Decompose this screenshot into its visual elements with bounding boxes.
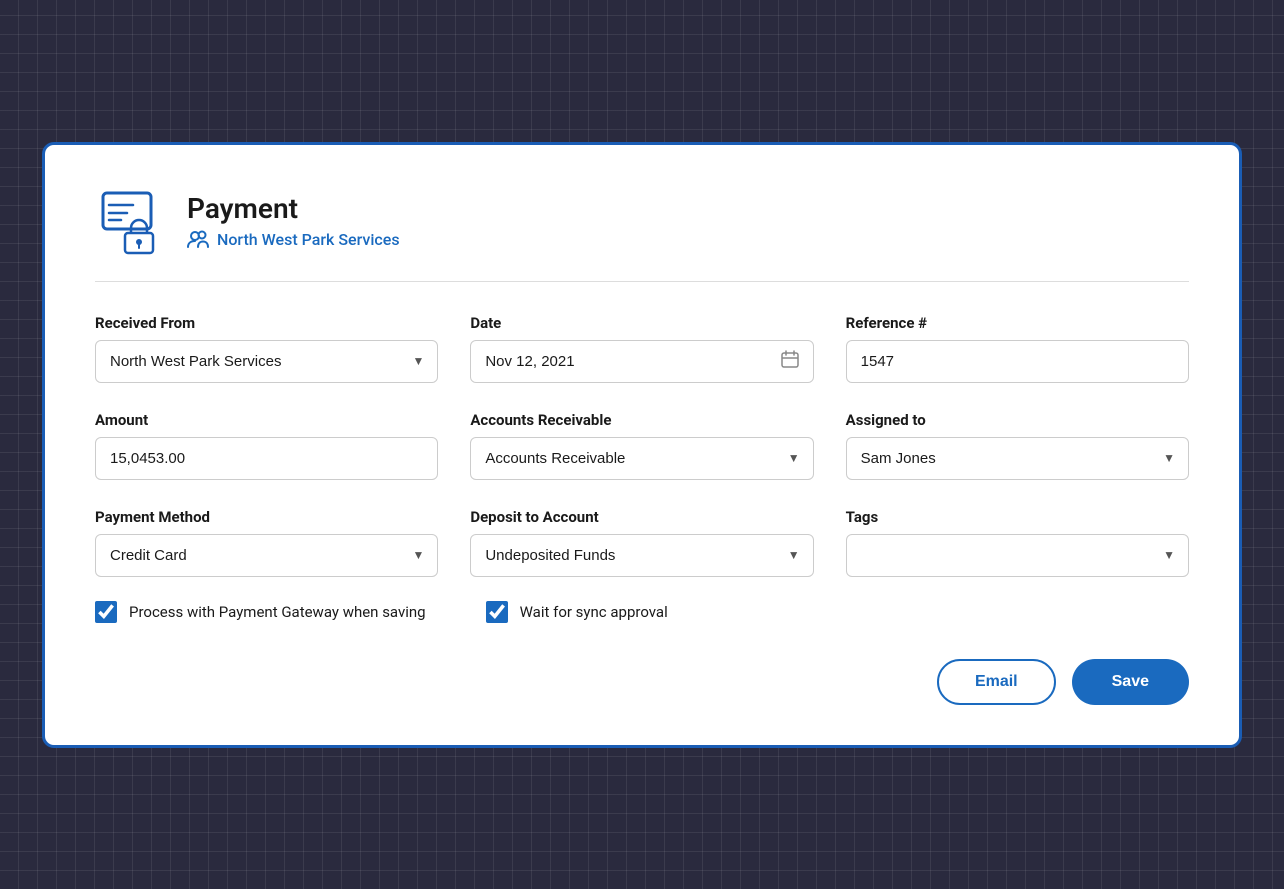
accounts-receivable-label: Accounts Receivable <box>470 411 813 429</box>
reference-group: Reference # <box>846 314 1189 383</box>
date-group: Date <box>470 314 813 383</box>
assigned-to-select-wrapper: Sam Jones ▼ <box>846 437 1189 480</box>
accounts-receivable-group: Accounts Receivable Accounts Receivable … <box>470 411 813 480</box>
email-button[interactable]: Email <box>937 659 1056 705</box>
assigned-to-group: Assigned to Sam Jones ▼ <box>846 411 1189 480</box>
header-divider <box>95 281 1189 282</box>
date-input-wrapper <box>470 340 813 383</box>
payment-method-group: Payment Method Credit Card ▼ <box>95 508 438 577</box>
company-name: North West Park Services <box>217 230 400 249</box>
received-from-group: Received From North West Park Services ▼ <box>95 314 438 383</box>
date-label: Date <box>470 314 813 332</box>
header-subtitle: North West Park Services <box>187 230 400 249</box>
assigned-to-select[interactable]: Sam Jones <box>846 437 1189 480</box>
sync-approval-checkbox[interactable] <box>486 601 508 623</box>
reference-input[interactable] <box>846 340 1189 383</box>
sync-approval-group: Wait for sync approval <box>486 601 668 623</box>
page-title: Payment <box>187 192 400 226</box>
deposit-label: Deposit to Account <box>470 508 813 526</box>
tags-select-wrapper: ▼ <box>846 534 1189 577</box>
checkboxes-row: Process with Payment Gateway when saving… <box>95 601 1189 623</box>
deposit-group: Deposit to Account Undeposited Funds ▼ <box>470 508 813 577</box>
sync-approval-label: Wait for sync approval <box>520 603 668 621</box>
modal-header: Payment North West Park Services <box>95 185 1189 257</box>
deposit-select-wrapper: Undeposited Funds ▼ <box>470 534 813 577</box>
amount-label: Amount <box>95 411 438 429</box>
tags-label: Tags <box>846 508 1189 526</box>
received-from-select[interactable]: North West Park Services <box>95 340 438 383</box>
payment-icon <box>95 185 167 257</box>
payment-method-select[interactable]: Credit Card <box>95 534 438 577</box>
form-grid: Received From North West Park Services ▼… <box>95 314 1189 577</box>
payment-method-label: Payment Method <box>95 508 438 526</box>
save-button[interactable]: Save <box>1072 659 1189 705</box>
received-from-select-wrapper: North West Park Services ▼ <box>95 340 438 383</box>
users-icon <box>187 230 209 248</box>
assigned-to-label: Assigned to <box>846 411 1189 429</box>
deposit-select[interactable]: Undeposited Funds <box>470 534 813 577</box>
accounts-receivable-select[interactable]: Accounts Receivable <box>470 437 813 480</box>
amount-group: Amount <box>95 411 438 480</box>
tags-select[interactable] <box>846 534 1189 577</box>
received-from-label: Received From <box>95 314 438 332</box>
payment-modal: Payment North West Park Services Receive… <box>42 142 1242 748</box>
date-input[interactable] <box>470 340 813 383</box>
payment-gateway-group: Process with Payment Gateway when saving <box>95 601 426 623</box>
reference-label: Reference # <box>846 314 1189 332</box>
accounts-receivable-select-wrapper: Accounts Receivable ▼ <box>470 437 813 480</box>
payment-method-select-wrapper: Credit Card ▼ <box>95 534 438 577</box>
payment-gateway-checkbox[interactable] <box>95 601 117 623</box>
tags-group: Tags ▼ <box>846 508 1189 577</box>
payment-gateway-label: Process with Payment Gateway when saving <box>129 603 426 621</box>
actions-row: Email Save <box>95 659 1189 705</box>
header-text-block: Payment North West Park Services <box>187 192 400 249</box>
amount-input[interactable] <box>95 437 438 480</box>
